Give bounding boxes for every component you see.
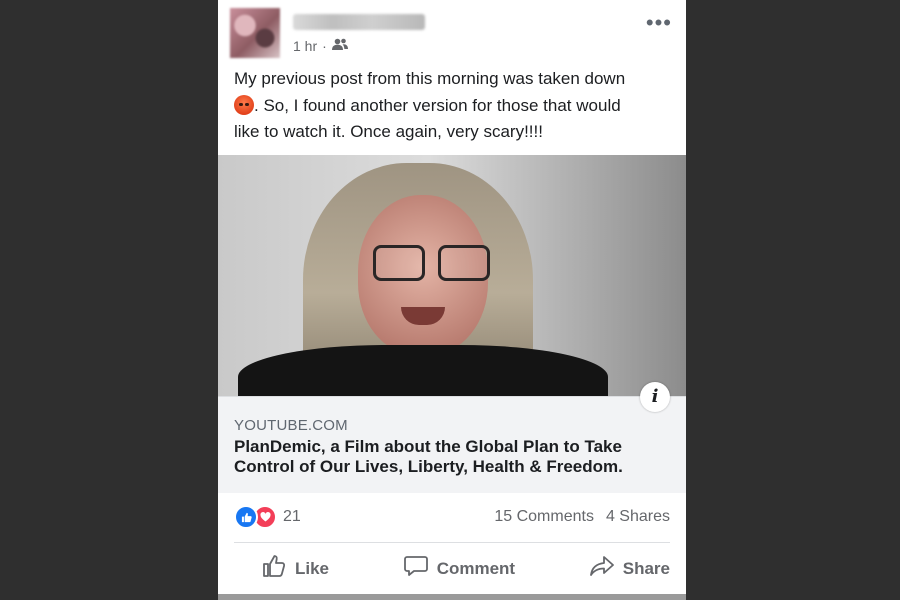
- meta-separator: ·: [322, 38, 327, 54]
- more-options-icon[interactable]: •••: [646, 12, 672, 34]
- stats-counts: 15 Comments 4 Shares: [494, 508, 670, 526]
- share-label: Share: [622, 558, 670, 578]
- post-text-line-1: My previous post from this morning was t…: [234, 69, 626, 88]
- post-text-line-2: . So, I found another version for those …: [254, 95, 621, 115]
- post-meta: 1 hr ·: [293, 38, 348, 54]
- facebook-post: 1 hr · ••• My previous post from this mo…: [218, 0, 686, 600]
- link-preview[interactable]: YOUTUBE.COM PlanDemic, a Film about the …: [218, 396, 686, 493]
- thumbnail-glasses-left: [373, 245, 425, 281]
- post-text: My previous post from this morning was t…: [218, 66, 686, 146]
- share-button[interactable]: Share: [568, 555, 686, 582]
- post-header: 1 hr · •••: [218, 0, 686, 66]
- author-name-blurred[interactable]: [293, 14, 425, 30]
- post-text-line-3: like to watch it. Once again, very scary…: [234, 122, 543, 141]
- post-actions: Like Comment Share: [218, 543, 686, 594]
- comments-count[interactable]: 15 Comments: [494, 508, 594, 526]
- link-domain: YOUTUBE.COM: [234, 417, 348, 434]
- reactions-summary[interactable]: 21: [234, 505, 301, 529]
- thumbs-up-icon: [262, 555, 286, 582]
- friends-icon: [331, 38, 348, 54]
- post-time[interactable]: 1 hr: [293, 38, 317, 54]
- comment-button[interactable]: Comment: [382, 555, 537, 582]
- info-icon[interactable]: i: [640, 382, 670, 412]
- like-reaction-icon: [234, 505, 258, 529]
- comment-label: Comment: [436, 558, 516, 578]
- avatar[interactable]: [230, 8, 280, 58]
- post-stats: 21 15 Comments 4 Shares: [218, 492, 686, 542]
- like-button[interactable]: Like: [218, 555, 351, 582]
- bottom-edge: [218, 594, 686, 600]
- link-title: PlanDemic, a Film about the Global Plan …: [234, 437, 623, 476]
- video-thumbnail[interactable]: [218, 155, 686, 396]
- thumbnail-glasses-right: [438, 245, 490, 281]
- angry-face-emoji: [234, 94, 254, 115]
- shares-count[interactable]: 4 Shares: [606, 508, 670, 526]
- reaction-count: 21: [283, 508, 301, 525]
- like-label: Like: [295, 558, 330, 578]
- share-arrow-icon: [589, 555, 614, 582]
- comment-bubble-icon: [403, 555, 428, 582]
- thumbnail-jacket: [238, 345, 608, 396]
